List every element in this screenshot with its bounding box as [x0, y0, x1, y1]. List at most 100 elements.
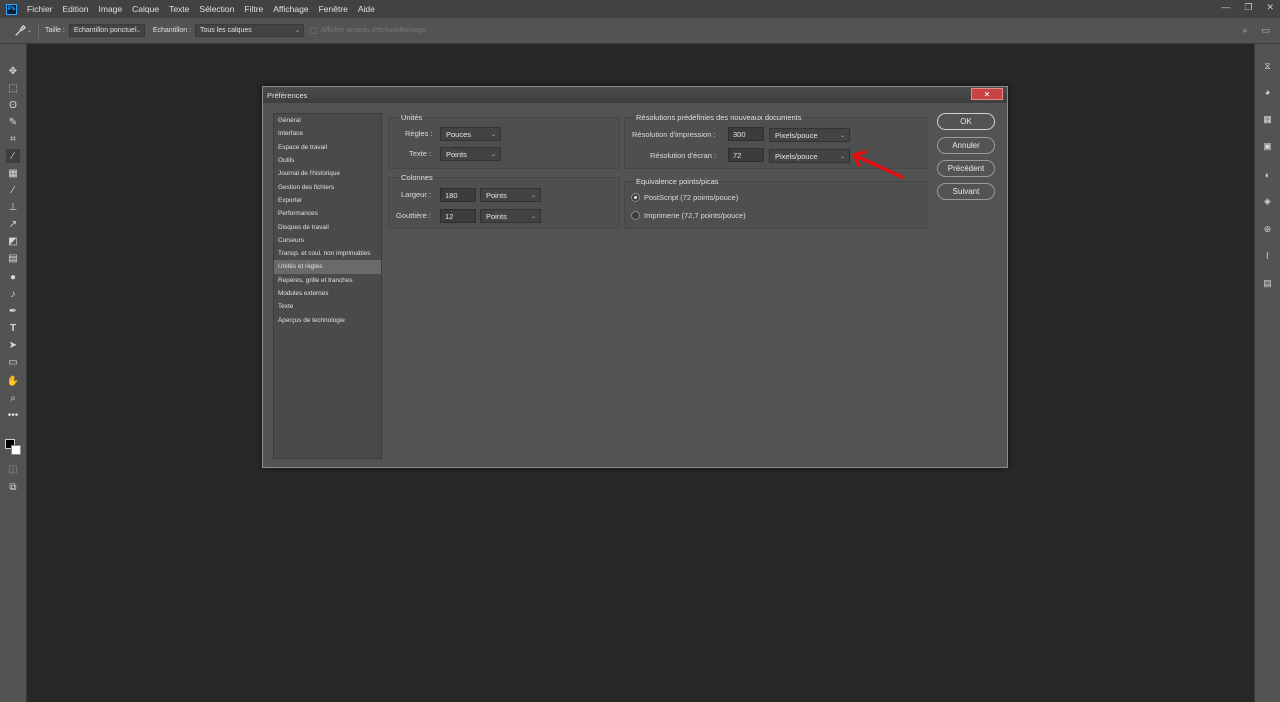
cancel-button[interactable]: Annuler [937, 137, 995, 154]
brush-tool-icon[interactable]: ∕ [6, 183, 20, 197]
menu-affichage[interactable]: Affichage [273, 4, 308, 14]
column-width-label: Largeur : [401, 190, 432, 199]
pen-tool-icon[interactable]: ✒ [6, 304, 20, 318]
history-brush-tool-icon[interactable]: ↗ [6, 217, 20, 231]
type-unit-value: Points [446, 149, 467, 159]
type-unit-dropdown[interactable]: Points ⌄ [440, 147, 501, 161]
stamp-tool-icon[interactable]: ⊥ [6, 200, 20, 214]
point-size-heading: Equivalence points/picas [636, 177, 719, 186]
libraries-panel-icon[interactable]: ▣ [1261, 140, 1274, 153]
crop-tool-icon[interactable]: ⌗ [6, 132, 20, 146]
layers-panel-icon[interactable]: ◈ [1261, 195, 1274, 208]
quick-select-tool-icon[interactable]: ✎ [6, 115, 20, 129]
show-ring-option[interactable]: Afficher anneau d'échantillonnage [309, 27, 426, 34]
postscript-option-label[interactable]: PostScript (72 points/pouce) [644, 193, 738, 202]
traditional-option-label[interactable]: Imprimerie (72,7 points/pouce) [644, 211, 746, 220]
nav-item-performance[interactable]: Performances [274, 207, 381, 220]
nav-item-guides-grid-slices[interactable]: Repères, grille et tranches [274, 274, 381, 287]
nav-item-history-log[interactable]: Journal de l'historique [274, 167, 381, 180]
menu-filtre[interactable]: Filtre [244, 4, 263, 14]
print-resolution-input[interactable]: 300 [728, 127, 764, 141]
chevron-down-icon: ⌄ [530, 213, 536, 220]
nav-item-transparency-gamut[interactable]: Transp. et coul. non imprimables [274, 247, 381, 260]
sample-dropdown[interactable]: Tous les calques ⌄ [194, 24, 304, 37]
separator [38, 22, 39, 39]
postscript-radio[interactable] [631, 193, 640, 202]
swatches-panel-icon[interactable]: ▦ [1261, 113, 1274, 126]
search-icon[interactable]: ⌕ [1242, 25, 1247, 36]
window-controls: — ❐ ✕ [1221, 2, 1274, 13]
show-ring-checkbox[interactable] [309, 27, 317, 34]
path-select-tool-icon[interactable]: ➤ [6, 338, 20, 352]
column-width-unit-dropdown[interactable]: Points ⌄ [480, 188, 541, 202]
move-tool-icon[interactable]: ✥ [6, 64, 20, 78]
eyedropper-tool-icon[interactable]: ⌄ [14, 24, 32, 38]
workspace-icon[interactable]: ▭ [1261, 25, 1270, 36]
quick-mask-icon[interactable]: ◫ [6, 462, 20, 476]
background-color-swatch[interactable] [11, 445, 21, 455]
nav-item-tools[interactable]: Outils [274, 154, 381, 167]
lasso-tool-icon[interactable]: ʘ [6, 98, 20, 112]
resolutions-heading: Résolutions prédéfinies des nouveaux doc… [636, 113, 802, 122]
type-tool-icon[interactable]: T [6, 321, 20, 335]
size-dropdown[interactable]: Echantillon ponctuel ⌄ [68, 24, 145, 37]
nav-item-technology-previews[interactable]: Aperçus de technologie [274, 313, 381, 326]
eyedropper-tool-icon[interactable]: ⁄ [6, 149, 20, 163]
chevron-down-icon: ⌄ [839, 153, 845, 160]
column-width-input[interactable]: 180 [440, 188, 476, 202]
rulers-unit-dropdown[interactable]: Pouces ⌄ [440, 127, 501, 141]
menu-fenetre[interactable]: Fenêtre [319, 4, 348, 14]
blur-tool-icon[interactable]: ● [6, 270, 20, 284]
adjustments-panel-icon[interactable]: ◐ [1261, 168, 1274, 181]
next-button[interactable]: Suivant [937, 183, 995, 200]
print-resolution-unit-dropdown[interactable]: Pixels/pouce ⌄ [769, 128, 850, 142]
nav-item-general[interactable]: Général [274, 114, 381, 127]
nav-item-cursors[interactable]: Curseurs [274, 234, 381, 247]
tools-panel: ✥ ⬚ ʘ ✎ ⌗ ⁄ ▦ ∕ ⊥ ↗ ◩ ▤ ● ♪ ✒ T ➤ ▭ ✋ ⌕ … [0, 44, 27, 702]
menu-texte[interactable]: Texte [169, 4, 189, 14]
healing-tool-icon[interactable]: ▦ [6, 166, 20, 180]
chevron-down-icon: ⌄ [135, 28, 141, 34]
menu-aide[interactable]: Aide [358, 4, 375, 14]
menu-selection[interactable]: Sélection [199, 4, 234, 14]
nav-item-plugins[interactable]: Modules externes [274, 287, 381, 300]
ok-button[interactable]: OK [937, 113, 995, 130]
color-panel-icon[interactable]: ◕ [1261, 85, 1274, 98]
more-tools-icon[interactable]: ••• [6, 408, 20, 422]
nav-item-type[interactable]: Texte [274, 300, 381, 313]
channels-panel-icon[interactable]: ⊛ [1261, 223, 1274, 236]
dodge-tool-icon[interactable]: ♪ [6, 287, 20, 301]
traditional-radio[interactable] [631, 211, 640, 220]
restore-icon[interactable]: ❐ [1244, 2, 1252, 13]
eraser-tool-icon[interactable]: ◩ [6, 234, 20, 248]
menu-image[interactable]: Image [99, 4, 123, 14]
dialog-close-button[interactable]: ✕ [971, 88, 1003, 100]
gutter-input[interactable]: 12 [440, 209, 476, 223]
nav-item-scratch-disks[interactable]: Disques de travail [274, 220, 381, 233]
zoom-tool-icon[interactable]: ⌕ [6, 391, 20, 405]
paths-panel-icon[interactable]: ⌇ [1261, 250, 1274, 263]
nav-item-interface[interactable]: Interface [274, 127, 381, 140]
properties-panel-icon[interactable]: ▤ [1261, 277, 1274, 290]
screen-resolution-input[interactable]: 72 [728, 148, 764, 162]
nav-item-file-handling[interactable]: Gestion des fichiers [274, 180, 381, 193]
nav-item-units-rulers[interactable]: Unités et règles [274, 260, 381, 274]
history-panel-icon[interactable]: ⧖ [1261, 60, 1274, 73]
columns-heading: Colonnes [401, 173, 433, 182]
gradient-tool-icon[interactable]: ▤ [6, 251, 20, 265]
hand-tool-icon[interactable]: ✋ [6, 374, 20, 388]
screen-resolution-unit-dropdown[interactable]: Pixels/pouce ⌄ [769, 149, 850, 163]
menu-fichier[interactable]: Fichier [27, 4, 53, 14]
screen-mode-icon[interactable]: ⧉ [6, 480, 20, 494]
marquee-tool-icon[interactable]: ⬚ [6, 81, 20, 95]
gutter-unit-dropdown[interactable]: Points ⌄ [480, 209, 541, 223]
rectangle-tool-icon[interactable]: ▭ [6, 355, 20, 369]
menu-calque[interactable]: Calque [132, 4, 159, 14]
previous-button[interactable]: Précédent [937, 160, 995, 177]
window-close-icon[interactable]: ✕ [1266, 2, 1274, 13]
nav-item-workspace[interactable]: Espace de travail [274, 141, 381, 154]
menu-edition[interactable]: Edition [63, 4, 89, 14]
minimize-icon[interactable]: — [1221, 2, 1230, 13]
nav-item-export[interactable]: Exporter [274, 194, 381, 207]
chevron-down-icon: ⌄ [294, 28, 300, 34]
